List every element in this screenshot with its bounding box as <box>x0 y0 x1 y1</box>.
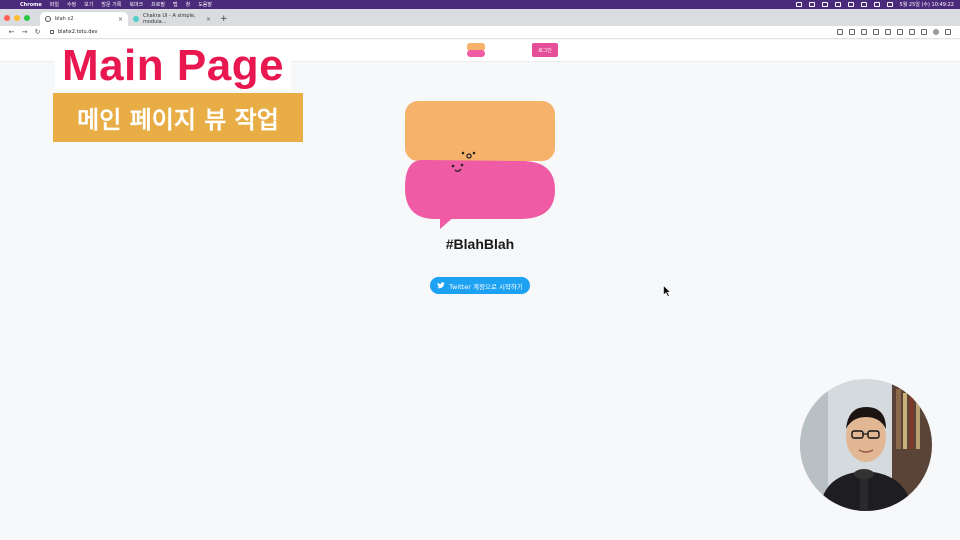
tab-chakra-ui[interactable]: Chakra UI - A simple, modula... × <box>128 12 216 26</box>
volume-icon[interactable] <box>821 2 828 7</box>
battery-icon[interactable] <box>847 2 854 7</box>
orange-speech-bubble <box>405 101 555 161</box>
wifi-icon[interactable] <box>860 2 867 7</box>
speech-bubbles-illustration <box>405 101 555 229</box>
share-icon[interactable] <box>837 29 843 35</box>
close-tab-icon[interactable]: × <box>206 16 211 23</box>
video-title-overlay: Main Page <box>55 41 291 90</box>
sidebar-icon[interactable] <box>921 29 927 35</box>
close-tab-icon[interactable]: × <box>118 16 123 23</box>
tab-blahx2[interactable]: blah x2 × <box>40 12 128 26</box>
macos-menubar: Chrome 파일 수정 보기 방문 기록 북마크 프로필 탭 창 도움말 5월… <box>0 0 960 9</box>
tab-label: Chakra UI - A simple, modula... <box>143 13 196 25</box>
control-center-icon[interactable] <box>886 2 893 7</box>
profile-avatar[interactable] <box>933 29 939 35</box>
minimize-window-button[interactable] <box>14 14 20 21</box>
extension-icon[interactable] <box>897 29 903 35</box>
window-controls <box>4 9 30 26</box>
overlay-subtitle-text: 메인 페이지 뷰 작업 <box>77 106 279 134</box>
menubar-status-area: 5월 25일 (수) 10:49:22 <box>795 1 954 8</box>
blah-logo-icon[interactable] <box>467 43 485 57</box>
maximize-window-button[interactable] <box>24 14 30 21</box>
menu-app[interactable]: Chrome <box>20 2 42 8</box>
address-bar[interactable]: blahx2.totu.dev <box>50 28 837 37</box>
menu-profile[interactable]: 프로필 <box>151 1 165 8</box>
close-window-button[interactable] <box>4 14 10 21</box>
menu-file[interactable]: 파일 <box>50 1 59 8</box>
video-subtitle-overlay: 메인 페이지 뷰 작업 <box>53 93 303 142</box>
twitter-bird-icon <box>437 282 445 289</box>
extension-icon[interactable] <box>861 29 867 35</box>
presenter-image <box>800 379 932 511</box>
back-arrow-icon[interactable]: ← <box>5 28 18 36</box>
bookmark-star-icon[interactable] <box>849 29 855 35</box>
chakra-favicon-icon <box>133 16 139 22</box>
twitter-button-label: Twitter 계정으로 시작하기 <box>449 282 523 291</box>
tab-label: blah x2 <box>55 16 74 22</box>
lock-icon[interactable] <box>50 30 54 34</box>
new-tab-button[interactable]: + <box>220 12 228 26</box>
menu-edit[interactable]: 수정 <box>67 1 76 8</box>
login-button[interactable]: 로그인 <box>532 43 558 57</box>
overlay-title-text: Main Page <box>61 41 285 90</box>
hashtag-heading: #BlahBlah <box>445 236 515 252</box>
menu-history[interactable]: 방문 기록 <box>101 1 121 8</box>
status-icon[interactable] <box>795 2 802 7</box>
forward-arrow-icon[interactable]: → <box>18 28 31 36</box>
menu-bookmarks[interactable]: 북마크 <box>129 1 143 8</box>
globe-icon <box>45 16 51 22</box>
address-url: blahx2.totu.dev <box>58 29 98 35</box>
status-icon[interactable] <box>808 2 815 7</box>
more-menu-icon[interactable] <box>945 29 951 35</box>
extension-icon[interactable] <box>885 29 891 35</box>
mouse-cursor-icon <box>663 285 671 297</box>
presenter-webcam <box>800 379 932 511</box>
toolbar-actions <box>837 29 951 35</box>
search-icon[interactable] <box>873 2 880 7</box>
browser-tabstrip: blah x2 × Chakra UI - A simple, modula..… <box>0 9 960 26</box>
menubar-clock[interactable]: 5월 25일 (수) 10:49:22 <box>900 1 954 8</box>
menu-help[interactable]: 도움말 <box>198 1 212 8</box>
extension-icon[interactable] <box>873 29 879 35</box>
pink-speech-bubble <box>405 160 555 219</box>
menu-window[interactable]: 창 <box>186 1 191 8</box>
puzzle-icon[interactable] <box>909 29 915 35</box>
menu-view[interactable]: 보기 <box>84 1 93 8</box>
reload-icon[interactable]: ↻ <box>31 28 44 36</box>
bluetooth-icon[interactable] <box>834 2 841 7</box>
menu-tab[interactable]: 탭 <box>173 1 178 8</box>
browser-toolbar: ← → ↻ blahx2.totu.dev <box>0 26 960 39</box>
twitter-login-button[interactable]: Twitter 계정으로 시작하기 <box>430 277 530 294</box>
